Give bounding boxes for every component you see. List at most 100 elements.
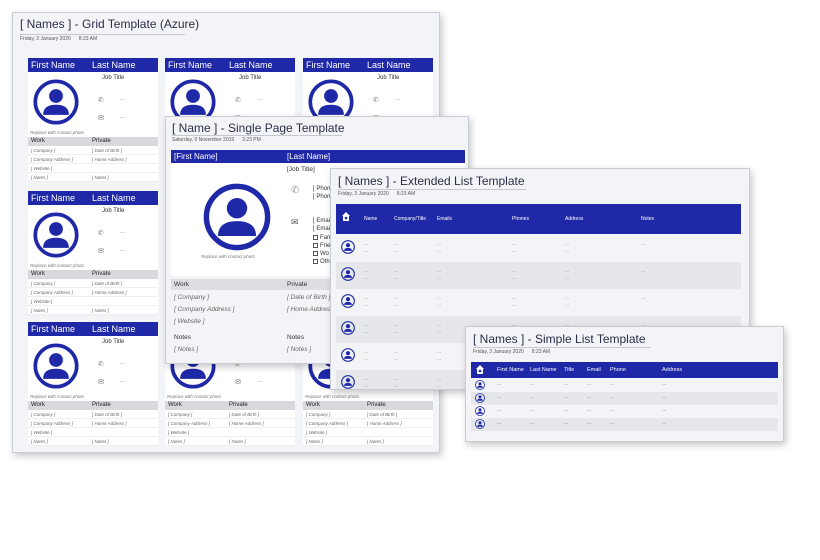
last-name-field[interactable]: Last Name — [367, 58, 411, 72]
website-field[interactable]: [ Website ] — [31, 164, 52, 173]
category-checkbox[interactable]: Frie — [313, 243, 330, 249]
company-field[interactable]: [ Company ] — [168, 410, 192, 419]
phone-value[interactable]: ... — [395, 96, 400, 102]
col-header-company[interactable]: Company/Title — [394, 216, 426, 222]
email-line-1[interactable]: [ Emai — [313, 218, 330, 224]
company-address-field[interactable]: [ Company Address ] — [174, 306, 234, 313]
notes-private-field[interactable]: [ Notes ] — [92, 437, 109, 446]
website-field[interactable]: [ Website ] — [31, 428, 52, 437]
last-name-field[interactable]: Last Name — [92, 322, 136, 336]
person-avatar-icon[interactable] — [33, 212, 79, 258]
col-header-emails[interactable]: Emails — [437, 216, 452, 222]
website-field[interactable]: [ Website ] — [174, 318, 205, 325]
dob-field[interactable]: [ Date of Birth ] — [287, 294, 330, 301]
checkbox-icon[interactable] — [313, 243, 318, 248]
notes-field[interactable]: [ Notes ] — [31, 437, 48, 446]
dob-field[interactable]: [ Date of Birth ] — [92, 410, 122, 419]
phone-line-2[interactable]: [ Phon — [313, 194, 330, 200]
notes-private-field[interactable]: [ Notes ] — [92, 173, 109, 182]
notes-field[interactable]: [ Notes ] — [31, 306, 48, 315]
first-name-field[interactable]: First Name — [168, 58, 212, 72]
company-address-field[interactable]: [ Company Address ] — [31, 155, 73, 164]
job-title-field[interactable]: Job Title — [239, 75, 261, 81]
col-header-address[interactable]: Address — [565, 216, 583, 222]
last-name-field[interactable]: Last Name — [92, 58, 136, 72]
first-name-field[interactable]: First Name — [31, 191, 75, 205]
category-checkbox[interactable]: Oth — [313, 259, 330, 265]
table-row[interactable]: .................. — [471, 379, 778, 392]
col-header-first-name[interactable]: First Name — [497, 367, 524, 373]
home-address-field[interactable]: [ Home Address — [287, 306, 333, 313]
notes-private-field[interactable]: [ Notes ] — [92, 306, 109, 315]
notes-private-field[interactable]: [ Notes ] — [287, 346, 311, 353]
home-address-field[interactable]: [ Home Address ] — [92, 288, 127, 297]
home-address-field[interactable]: [ Home Address ] — [229, 419, 264, 428]
home-address-field[interactable]: [ Home Address ] — [92, 419, 127, 428]
company-field[interactable]: [ Company ] — [31, 410, 55, 419]
notes-private-field[interactable]: [ Notes ] — [367, 437, 384, 446]
website-field[interactable]: [ Website ] — [306, 428, 327, 437]
email-value[interactable]: ... — [120, 247, 125, 253]
company-address-field[interactable]: [ Company Address ] — [31, 288, 73, 297]
job-title-field[interactable]: [Job Title] — [287, 166, 315, 173]
email-line-2[interactable]: [ Emai — [313, 226, 330, 232]
dob-field[interactable]: [ Date of Birth ] — [92, 279, 122, 288]
job-title-field[interactable]: Job Title — [377, 75, 399, 81]
home-address-field[interactable]: [ Home Address ] — [92, 155, 127, 164]
table-row[interactable]: .................. — [471, 392, 778, 405]
checkbox-icon[interactable] — [313, 259, 318, 264]
company-address-field[interactable]: [ Company Address ] — [168, 419, 210, 428]
notes-private-field[interactable]: [ Notes ] — [229, 437, 246, 446]
col-header-notes[interactable]: Notes — [641, 216, 654, 222]
notes-field[interactable]: [ Notes ] — [306, 437, 323, 446]
company-field[interactable]: [ Company ] — [306, 410, 330, 419]
table-row[interactable]: ................................. — [336, 289, 741, 316]
first-name-field[interactable]: First Name — [31, 322, 75, 336]
col-header-name[interactable]: Name — [364, 216, 377, 222]
table-row[interactable]: ................................. — [336, 235, 741, 262]
first-name-field[interactable]: [First Name] — [174, 150, 218, 163]
checkbox-icon[interactable] — [313, 235, 318, 240]
notes-field[interactable]: [ Notes ] — [31, 173, 48, 182]
col-header-address[interactable]: Address — [662, 367, 682, 373]
person-avatar-icon[interactable] — [203, 183, 271, 251]
first-name-field[interactable]: First Name — [31, 58, 75, 72]
last-name-field[interactable]: [Last Name] — [287, 150, 330, 163]
home-address-field[interactable]: [ Home Address ] — [367, 419, 402, 428]
website-field[interactable]: [ Website ] — [168, 428, 189, 437]
company-field[interactable]: [ Company ] — [31, 146, 55, 155]
company-address-field[interactable]: [ Company Address ] — [306, 419, 348, 428]
phone-value[interactable]: ... — [120, 96, 125, 102]
company-field[interactable]: [ Company ] — [174, 294, 209, 301]
job-title-field[interactable]: Job Title — [102, 208, 124, 214]
checkbox-icon[interactable] — [313, 251, 318, 256]
person-avatar-icon[interactable] — [33, 79, 79, 125]
job-title-field[interactable]: Job Title — [102, 75, 124, 81]
table-row[interactable]: .................. — [471, 405, 778, 418]
company-address-field[interactable]: [ Company Address ] — [31, 419, 73, 428]
phone-line-1[interactable]: [ Phon — [313, 186, 330, 192]
last-name-field[interactable]: Last Name — [229, 58, 273, 72]
category-checkbox[interactable]: Wo — [313, 251, 329, 257]
col-header-phones[interactable]: Phones — [512, 216, 529, 222]
company-field[interactable]: [ Company ] — [31, 279, 55, 288]
dob-field[interactable]: [ Date of Birth ] — [229, 410, 259, 419]
table-row[interactable]: ................................. — [336, 262, 741, 289]
dob-field[interactable]: [ Date of Birth ] — [367, 410, 397, 419]
col-header-last-name[interactable]: Last Name — [530, 367, 557, 373]
notes-field[interactable]: [ Notes ] — [168, 437, 185, 446]
phone-value[interactable]: ... — [257, 96, 262, 102]
job-title-field[interactable]: Job Title — [102, 339, 124, 345]
first-name-field[interactable]: First Name — [306, 58, 350, 72]
email-value[interactable]: ... — [257, 378, 262, 384]
col-header-phone[interactable]: Phone — [610, 367, 626, 373]
last-name-field[interactable]: Last Name — [92, 191, 136, 205]
email-value[interactable]: ... — [120, 114, 125, 120]
phone-value[interactable]: ... — [120, 360, 125, 366]
website-field[interactable]: [ Website ] — [31, 297, 52, 306]
dob-field[interactable]: [ Date of Birth ] — [92, 146, 122, 155]
notes-work-field[interactable]: [ Notes ] — [174, 346, 198, 353]
col-header-email[interactable]: Email — [587, 367, 601, 373]
col-header-title[interactable]: Title — [564, 367, 574, 373]
table-row[interactable]: .................. — [471, 418, 778, 431]
